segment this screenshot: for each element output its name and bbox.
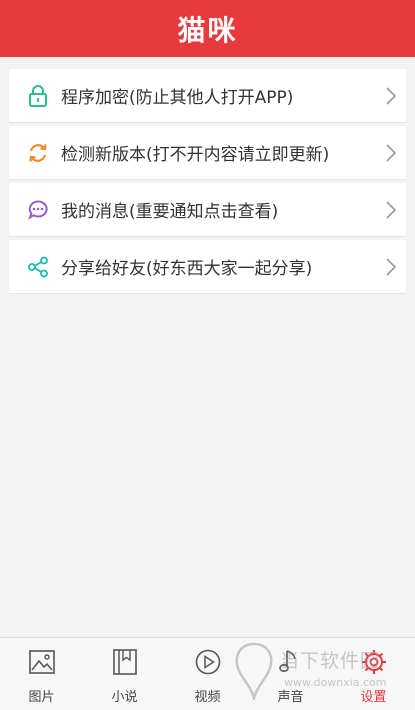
gear-icon: [361, 650, 386, 674]
settings-item-label: 我的消息(重要通知点击查看): [61, 202, 279, 222]
tab-sounds[interactable]: 声音: [249, 638, 332, 710]
play-icon: [195, 649, 220, 675]
tab-novels[interactable]: 小说: [83, 638, 166, 710]
tab-label: 设置: [360, 690, 387, 705]
tab-pictures[interactable]: 图片: [0, 638, 83, 710]
settings-item-messages[interactable]: 我的消息(重要通知点击查看): [9, 183, 406, 236]
tab-label: 图片: [28, 690, 55, 705]
tab-label: 小说: [111, 690, 138, 705]
settings-list: 程序加密(防止其他人打开APP) 检测新版本(打不开内容请立即更新) 我的消息(…: [9, 69, 406, 297]
tab-label: 视频: [194, 690, 221, 705]
settings-item-label: 检测新版本(打不开内容请立即更新): [61, 145, 330, 165]
tab-label: 声音: [277, 690, 304, 705]
message-icon: [27, 199, 49, 221]
app-header: 猫咪: [0, 0, 415, 57]
refresh-icon: [27, 142, 49, 164]
bottom-tab-bar: 图片 小说 视频 声音 设置: [0, 637, 415, 710]
tab-settings[interactable]: 设置: [332, 638, 415, 710]
chevron-right-icon: [386, 257, 397, 276]
chevron-right-icon: [386, 86, 397, 105]
book-icon: [112, 649, 137, 675]
settings-item-label: 程序加密(防止其他人打开APP): [61, 88, 294, 108]
settings-item-check-update[interactable]: 检测新版本(打不开内容请立即更新): [9, 126, 406, 179]
chevron-right-icon: [386, 200, 397, 219]
sound-icon: [278, 650, 296, 672]
page-title: 猫咪: [177, 13, 238, 47]
picture-icon: [28, 650, 55, 674]
settings-item-app-lock[interactable]: 程序加密(防止其他人打开APP): [9, 69, 406, 122]
chevron-right-icon: [386, 143, 397, 162]
settings-item-share[interactable]: 分享给好友(好东西大家一起分享): [9, 240, 406, 293]
settings-item-label: 分享给好友(好东西大家一起分享): [61, 259, 313, 279]
lock-icon: [27, 84, 49, 107]
tab-videos[interactable]: 视频: [166, 638, 249, 710]
share-icon: [27, 256, 49, 278]
